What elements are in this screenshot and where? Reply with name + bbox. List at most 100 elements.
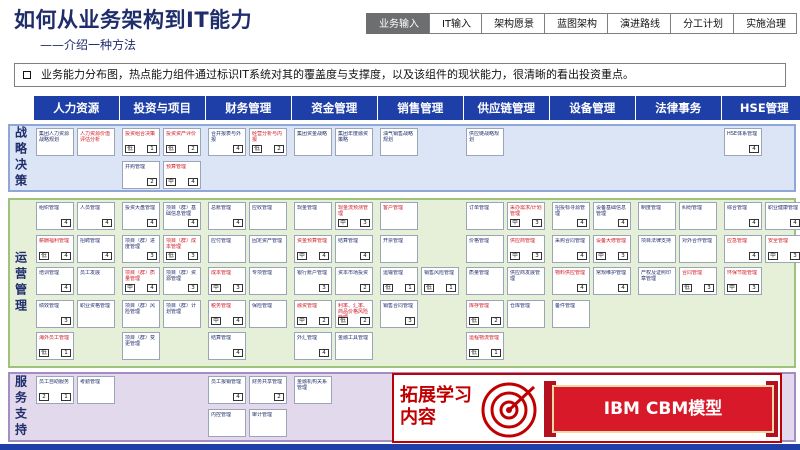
capability-score: 4: [188, 177, 198, 186]
capability-cell: 产权及证照印章管理: [638, 267, 676, 295]
coverage-level: 低: [39, 349, 49, 357]
capability-cell: 项目（群）资源管理 3: [163, 267, 201, 295]
process-step[interactable]: 实施治理: [733, 13, 798, 34]
capability-score: 2: [319, 316, 329, 325]
capability-score: 4: [188, 219, 198, 227]
capability-cell: 应急管理 4: [724, 234, 762, 263]
process-step[interactable]: 业务输入: [366, 13, 430, 34]
column-header: 销售管理: [378, 96, 463, 120]
capability-name: 集团人力资源战略规划: [39, 131, 70, 144]
capability-name: 预算管理: [166, 163, 187, 170]
band-label-support: 服务支持: [13, 375, 28, 439]
capability-cell: 并购管理 2: [122, 160, 160, 189]
capability-cell: 融资管理中 2: [294, 299, 332, 328]
capability-cell: 结算管理 4: [335, 234, 373, 263]
capability-cell: 销售合同管理 3: [380, 299, 418, 328]
process-steps: 业务输入 IT输入 架构愿景 蓝图架构 演进路线 分工计划 实施治理: [366, 13, 798, 34]
capability-cell: 人员管理 4: [77, 202, 115, 230]
capability-cell: 常规维护管理 4: [593, 267, 631, 295]
capability-cell: 制度管理: [638, 202, 676, 230]
coverage-level: 低: [166, 251, 176, 260]
capability-cell: 职业健康管理 4: [765, 202, 800, 230]
capability-name: 银行账户管理: [297, 270, 328, 276]
capability-cell: 绩效管理 3: [36, 299, 74, 328]
capability-cell: 金融机构关系管理: [294, 376, 332, 404]
coverage-level: 低: [39, 251, 49, 260]
capability-cell: 客户管理: [380, 202, 418, 230]
coverage-level: 中: [727, 284, 737, 292]
capability-cell: 成本管理中 3: [208, 267, 246, 295]
capability-name: 质量管理: [469, 270, 490, 276]
coverage-level: 中: [510, 251, 520, 260]
process-step[interactable]: 蓝图架构: [544, 13, 609, 34]
capability-cell: 固定资产管理: [249, 234, 287, 263]
capability-name: 职业健康管理: [768, 205, 799, 211]
capability-name: HSE体系管理: [727, 131, 758, 137]
capability-cell: 投资资产评价低 2: [163, 128, 201, 156]
capability-name: 项目（群）变更管理: [125, 335, 156, 348]
process-step[interactable]: IT输入: [429, 13, 483, 34]
capability-name: 固定资产管理: [252, 237, 283, 244]
process-step[interactable]: 分工计划: [670, 13, 735, 34]
capability-name: 结算管理: [338, 237, 359, 244]
capability-cell: 采购合同管理 4: [552, 234, 590, 263]
capability-score: 4: [577, 284, 587, 292]
capability-score: 4: [790, 219, 800, 227]
capability-score: 2: [491, 316, 501, 325]
capability-cell: 项目（群）进度管理 3: [122, 234, 160, 263]
capability-name: 集团资金战略: [297, 131, 328, 137]
capability-cell: 备件管理: [552, 299, 590, 328]
capability-cell: 集团人力资源战略规划: [36, 128, 74, 156]
capability-score: 4: [577, 219, 587, 227]
capability-score: 2: [147, 177, 157, 186]
coverage-level: 低: [166, 145, 176, 153]
process-step[interactable]: 演进路线: [607, 13, 672, 34]
capability-score: 4: [618, 219, 628, 227]
capability-cell: 仓库管理: [507, 299, 545, 328]
coverage-level: 低: [424, 284, 434, 292]
capability-score: 4: [233, 316, 243, 325]
capability-score: 4: [233, 349, 243, 357]
capability-name: 环保节能管理: [727, 270, 758, 276]
capability-score: 4: [319, 349, 329, 357]
capability-name: 安全管理: [768, 237, 789, 244]
capability-cell: 员工发展: [77, 267, 115, 295]
capability-score: 3: [532, 251, 542, 260]
capability-cell: 设备大修管理中 3: [593, 234, 631, 263]
capability-score: 1: [61, 349, 71, 357]
capability-name: 资本市场投资: [338, 270, 369, 276]
coverage-level: 低: [125, 145, 135, 153]
capability-cell: 集团年度融资策略: [335, 128, 373, 156]
capability-cell: 项目（群）风险管理: [122, 299, 160, 328]
capability-cell: 价格管理: [466, 234, 504, 263]
capability-cell: 人力资源价值评估分析: [77, 128, 115, 156]
capability-score: 3: [749, 284, 759, 292]
capability-name: 库存管理: [469, 302, 490, 309]
capability-score: 2: [360, 284, 370, 292]
capability-score: 3: [618, 251, 628, 260]
capability-cell: 投资组合决策低 1: [122, 128, 160, 156]
capability-name: 常规维护管理: [596, 270, 627, 276]
capability-score: 1: [147, 145, 157, 153]
capability-name: 考勤管理: [80, 379, 101, 385]
callout-text: 拓展学习内容: [400, 385, 472, 428]
coverage-level: 低: [469, 316, 479, 325]
capability-score: 4: [577, 251, 587, 260]
capability-cell: 销售风险管理低 1: [421, 267, 459, 295]
capability-score: 4: [749, 145, 759, 153]
column-header: HSE管理: [722, 96, 800, 120]
capability-score: 4: [749, 219, 759, 227]
coverage-level: 低: [383, 284, 393, 292]
capability-cell: 供应链战略规划: [466, 128, 504, 156]
coverage-level: 中: [596, 251, 606, 260]
process-step[interactable]: 架构愿景: [481, 13, 546, 34]
capability-score: 4: [319, 251, 329, 260]
capability-cell: 库存管理低 2: [466, 299, 504, 328]
column-header: 资金管理: [292, 96, 377, 120]
capability-cell: 员工自助服务 2 1: [36, 376, 74, 404]
description-note: 业务能力分布图，热点能力组件通过标识IT系统对其的覆盖度与支撑度，以及该组件的现…: [14, 63, 786, 87]
column-header: 法律事务: [636, 96, 721, 120]
column-header: 人力资源: [34, 96, 119, 120]
capability-name: 纠纷管理: [682, 205, 703, 211]
capability-score: 4: [360, 251, 370, 260]
